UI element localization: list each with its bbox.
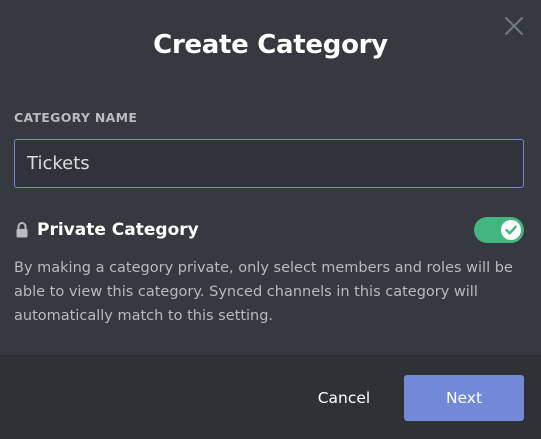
next-button[interactable]: Next — [404, 375, 524, 421]
category-name-label: CATEGORY NAME — [14, 110, 138, 125]
checkmark-icon — [505, 225, 517, 235]
lock-icon — [16, 222, 28, 238]
category-name-input[interactable] — [14, 139, 524, 188]
toggle-knob — [501, 220, 521, 240]
private-category-description: By making a category private, only selec… — [14, 260, 513, 324]
private-category-toggle[interactable] — [474, 217, 524, 243]
cancel-button[interactable]: Cancel — [304, 375, 384, 421]
dialog-title: Create Category — [153, 30, 388, 60]
private-category-label: Private Category — [37, 220, 199, 240]
private-category-row: Private Category — [14, 217, 199, 243]
create-category-dialog: Create Category CATEGORY NAME Private Ca… — [0, 0, 541, 439]
